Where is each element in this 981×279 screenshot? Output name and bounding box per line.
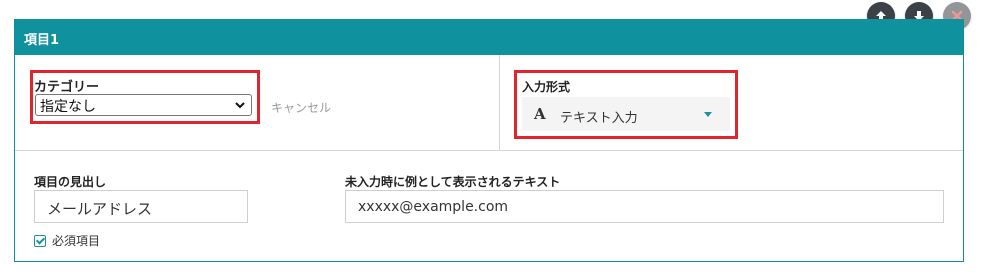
- placeholder-text-input[interactable]: xxxxx@example.com: [345, 190, 944, 223]
- category-label: カテゴリー: [34, 80, 100, 95]
- panel-title: 項目1: [15, 19, 963, 55]
- input-format-dropdown[interactable]: A テキスト入力: [522, 97, 730, 131]
- cancel-link[interactable]: キャンセル: [271, 99, 331, 116]
- type-row: カテゴリー 指定なし キャンセル 入力形式 A テキスト入力: [15, 55, 963, 151]
- text-format-icon: A: [534, 105, 546, 123]
- placeholder-text-label: 未入力時に例として表示されるテキスト: [345, 175, 561, 189]
- required-checkbox[interactable]: [34, 234, 46, 247]
- chevron-down-icon: [235, 102, 245, 109]
- item-heading-input[interactable]: メールアドレス: [34, 190, 248, 223]
- item-panel: 項目1 カテゴリー 指定なし キャンセル 入力形式 A テキスト入力 項目の見出…: [14, 19, 964, 262]
- input-format-value: テキスト入力: [560, 111, 638, 126]
- required-toggle[interactable]: 必須項目: [34, 232, 100, 249]
- caret-down-icon: [704, 112, 712, 117]
- required-label: 必須項目: [52, 234, 101, 248]
- column-divider: [499, 55, 500, 151]
- category-select[interactable]: 指定なし: [35, 94, 252, 116]
- input-format-label: 入力形式: [522, 80, 571, 94]
- category-select-value: 指定なし: [40, 99, 96, 115]
- item-heading-label: 項目の見出し: [34, 175, 107, 189]
